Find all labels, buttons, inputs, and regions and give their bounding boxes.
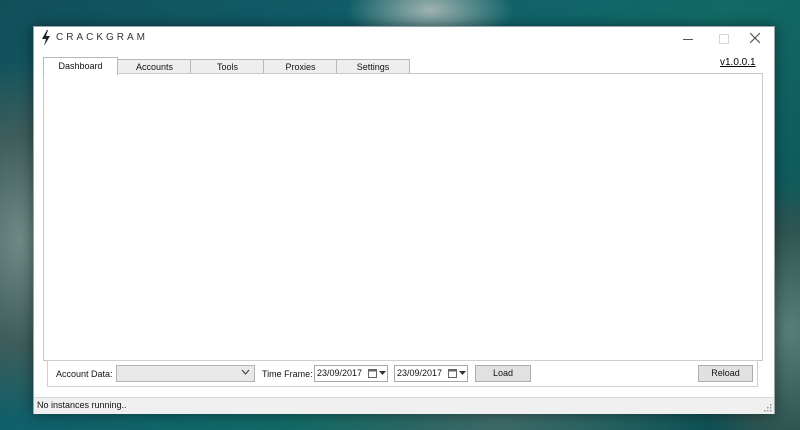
tab-settings[interactable]: Settings [336,59,410,74]
status-bar: No instances running.. [34,397,774,414]
minimize-button[interactable] [674,27,702,51]
dropdown-arrow-icon [379,371,386,375]
chevron-down-icon [241,369,250,375]
tab-dashboard[interactable]: Dashboard [43,57,118,75]
app-window: CRACKGRAM Dashboard Accounts Tools Proxi… [33,26,775,414]
tab-tools[interactable]: Tools [190,59,265,74]
date-from-value: 23/09/2017 [317,368,363,378]
dropdown-arrow-icon [459,371,466,375]
status-text: No instances running.. [37,400,127,410]
window-title: CRACKGRAM [56,32,149,43]
date-from-picker[interactable]: 23/09/2017 [314,365,388,382]
maximize-button[interactable] [710,27,738,51]
lightning-bolt-icon [42,30,50,46]
account-data-select[interactable] [116,365,255,382]
tab-proxies[interactable]: Proxies [263,59,338,74]
reload-button[interactable]: Reload [698,365,753,382]
date-to-value: 23/09/2017 [397,368,443,378]
tab-accounts[interactable]: Accounts [117,59,192,74]
close-icon [750,33,760,43]
time-frame-label: Time Frame: [262,369,313,379]
resize-grip-icon[interactable] [762,402,772,412]
close-button[interactable] [742,27,770,51]
date-to-picker[interactable]: 23/09/2017 [394,365,468,382]
load-button[interactable]: Load [475,365,531,382]
dashboard-panel [43,73,763,361]
calendar-icon [368,369,377,378]
filter-bar: Account Data: Time Frame: 23/09/2017 23/… [47,360,758,387]
title-bar[interactable]: CRACKGRAM [34,27,774,51]
account-data-label: Account Data: [56,369,113,379]
version-link[interactable]: v1.0.0.1 [720,57,756,68]
calendar-icon [448,369,457,378]
